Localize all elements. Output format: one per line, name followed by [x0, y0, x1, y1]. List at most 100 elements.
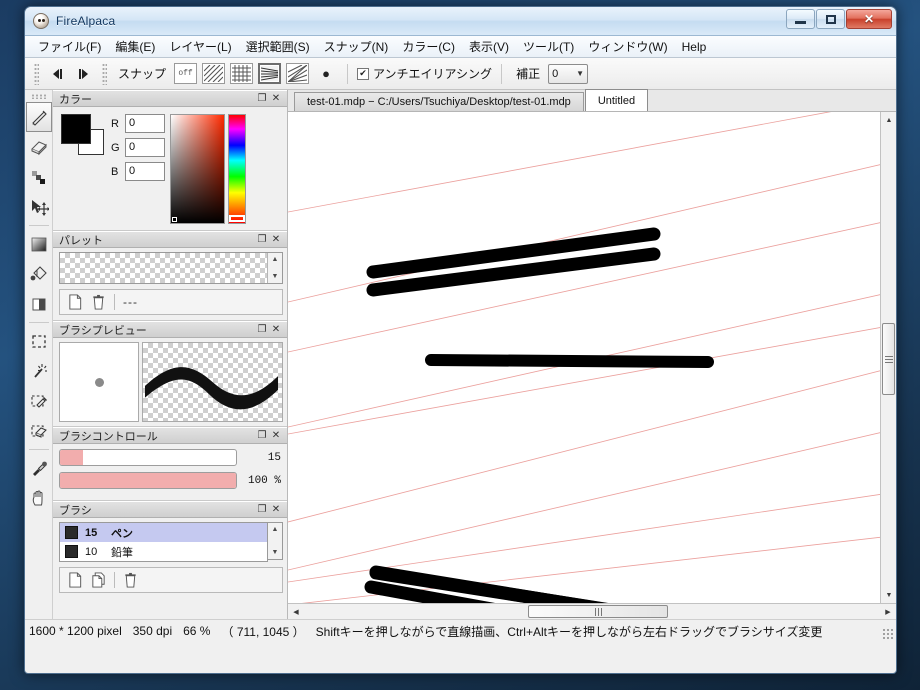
close-icon: ✕	[864, 12, 874, 26]
scroll-up-icon[interactable]: ▲	[268, 253, 282, 266]
tool-separator-3	[29, 449, 49, 450]
scroll-left-icon[interactable]: ◀	[288, 604, 304, 620]
palette-swatches[interactable]	[60, 253, 267, 283]
menu-layer[interactable]: レイヤー(L)	[162, 36, 238, 57]
snap-point-button[interactable]: ●	[314, 63, 338, 85]
tool-select-pen[interactable]	[26, 386, 52, 416]
eyedropper-icon	[29, 458, 49, 478]
tool-bucket[interactable]	[26, 259, 52, 289]
nav-next-button[interactable]	[72, 63, 96, 85]
green-input[interactable]: 0	[125, 138, 165, 157]
tool-select-eraser[interactable]	[26, 416, 52, 446]
tool-pen[interactable]	[26, 102, 52, 132]
tool-gradient[interactable]	[26, 229, 52, 259]
menu-help[interactable]: Help	[675, 38, 714, 56]
tool-eraser[interactable]	[26, 132, 52, 162]
vscroll-track[interactable]	[881, 128, 896, 587]
close-icon[interactable]: ✕	[269, 233, 283, 247]
close-icon[interactable]: ✕	[269, 429, 283, 443]
vscroll-thumb[interactable]	[882, 323, 895, 395]
magic-wand-icon	[29, 361, 49, 381]
new-page-icon[interactable]	[68, 294, 83, 310]
canvas-area: ▲ ▼	[288, 112, 896, 603]
hscroll-thumb[interactable]	[528, 605, 668, 618]
brush-toolbar-separator	[114, 572, 115, 588]
scroll-down-icon[interactable]: ▼	[268, 546, 282, 559]
tool-dot-eraser[interactable]	[26, 162, 52, 192]
resize-grip[interactable]	[882, 628, 894, 640]
hscroll-track[interactable]	[304, 604, 880, 619]
snap-perspective-button[interactable]	[258, 63, 281, 84]
scroll-right-icon[interactable]: ▶	[880, 604, 896, 620]
minimize-button[interactable]	[786, 9, 815, 29]
canvas-horizontal-scrollbar[interactable]: ◀ ▶	[288, 603, 896, 619]
float-icon[interactable]: ❐	[255, 233, 269, 247]
tab-untitled[interactable]: Untitled	[585, 89, 648, 111]
scroll-up-icon[interactable]: ▲	[268, 523, 282, 536]
tool-magic-wand[interactable]	[26, 356, 52, 386]
foreground-color-swatch[interactable]	[61, 114, 91, 144]
red-input[interactable]: 0	[125, 114, 165, 133]
menu-view[interactable]: 表示(V)	[462, 36, 516, 57]
hue-slider[interactable]	[228, 114, 246, 224]
menu-select[interactable]: 選択範囲(S)	[239, 36, 317, 57]
document-tab-bar: test-01.mdp − C:/Users/Tsuchiya/Desktop/…	[288, 90, 896, 112]
scroll-up-icon[interactable]: ▲	[881, 112, 897, 128]
tool-fill[interactable]	[26, 289, 52, 319]
new-brush-icon[interactable]	[68, 572, 83, 588]
float-icon[interactable]: ❐	[255, 323, 269, 337]
brush-list-scrollbar[interactable]: ▲ ▼	[268, 522, 283, 560]
close-icon[interactable]: ✕	[269, 92, 283, 106]
brush-list-toolbar	[59, 567, 283, 593]
rgb-fields: R 0 G 0 B 0	[111, 114, 165, 224]
tool-eyedropper[interactable]	[26, 453, 52, 483]
close-button[interactable]: ✕	[846, 9, 892, 29]
blue-input[interactable]: 0	[125, 162, 165, 181]
snap-grid-button[interactable]	[230, 63, 253, 84]
trash-icon[interactable]	[91, 294, 106, 310]
menu-window[interactable]: ウィンドウ(W)	[581, 36, 674, 57]
brush-size-slider[interactable]	[59, 449, 237, 466]
correction-dropdown[interactable]: 0 ▼	[548, 64, 588, 84]
tool-move[interactable]	[26, 192, 52, 222]
dock-panels: カラー ❐ ✕ R 0 G	[53, 90, 288, 619]
toolbar-grip-2[interactable]	[102, 63, 107, 85]
float-icon[interactable]: ❐	[255, 429, 269, 443]
brush-opacity-slider[interactable]	[59, 472, 237, 489]
brush-item-name: ペン	[111, 525, 133, 541]
tool-sidebar	[25, 90, 53, 619]
tool-hand[interactable]	[26, 483, 52, 513]
brush-item-pencil[interactable]: 10 鉛筆	[60, 542, 267, 561]
maximize-button[interactable]	[816, 9, 845, 29]
snap-off-button[interactable]: off	[174, 63, 197, 84]
tool-select[interactable]	[26, 326, 52, 356]
toolbar-grip-1[interactable]	[34, 63, 39, 85]
saturation-value-picker[interactable]	[170, 114, 225, 224]
palette-scrollbar[interactable]: ▲ ▼	[267, 253, 282, 283]
tab-test-01[interactable]: test-01.mdp − C:/Users/Tsuchiya/Desktop/…	[294, 92, 584, 111]
snap-parallel-button[interactable]	[202, 63, 225, 84]
menu-color[interactable]: カラー(C)	[395, 36, 462, 57]
menu-file[interactable]: ファイル(F)	[31, 36, 108, 57]
canvas-vertical-scrollbar[interactable]: ▲ ▼	[880, 112, 896, 603]
menu-snap[interactable]: スナップ(N)	[317, 36, 396, 57]
scroll-down-icon[interactable]: ▼	[881, 587, 897, 603]
menu-tool[interactable]: ツール(T)	[516, 36, 581, 57]
antialias-checkbox[interactable]: アンチエイリアシング	[357, 65, 492, 82]
tool-sidebar-grip[interactable]	[31, 94, 47, 99]
float-icon[interactable]: ❐	[255, 92, 269, 106]
menu-edit[interactable]: 編集(E)	[108, 36, 162, 57]
duplicate-brush-icon[interactable]	[91, 572, 106, 588]
status-zoom: 66 %	[183, 624, 210, 638]
delete-brush-icon[interactable]	[123, 572, 138, 588]
canvas-viewport[interactable]	[288, 112, 880, 603]
brush-item-pen[interactable]: 15 ペン	[60, 523, 267, 542]
close-icon[interactable]: ✕	[269, 323, 283, 337]
scroll-down-icon[interactable]: ▼	[268, 270, 282, 283]
rgb-row-g: G 0	[111, 138, 165, 157]
close-icon[interactable]: ✕	[269, 503, 283, 517]
snap-radial-button[interactable]	[286, 63, 309, 84]
float-icon[interactable]: ❐	[255, 503, 269, 517]
nav-prev-button[interactable]	[45, 63, 69, 85]
sv-cursor	[172, 217, 177, 222]
